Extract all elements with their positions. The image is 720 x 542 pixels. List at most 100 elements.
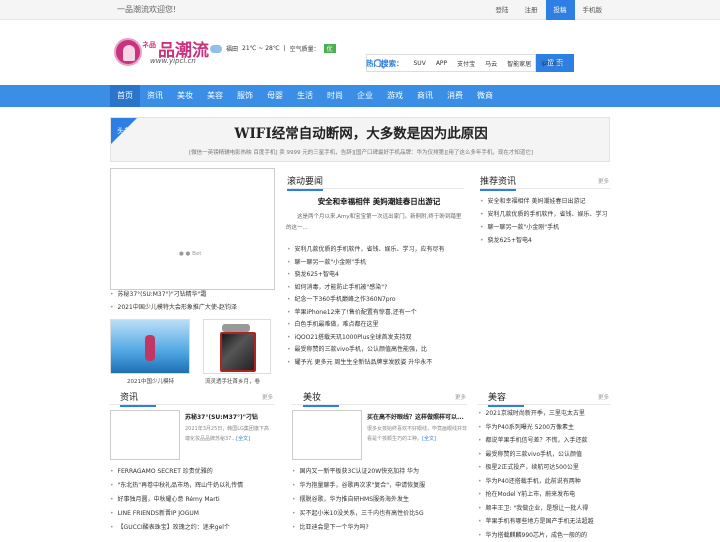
hot-search-item[interactable]: APP xyxy=(436,60,447,67)
list-item[interactable]: 2021中国少儿模特大会形象推广大使-赵钧泽 xyxy=(110,301,237,314)
list-item[interactable]: 骁龙625+智电4 xyxy=(480,234,610,247)
list-item[interactable]: 抢在Model Y前上市，蔚来发布电 xyxy=(478,488,610,502)
nav-item-business[interactable]: 企业 xyxy=(350,85,380,107)
top-links: 登陆 注册 投稿 手机版 xyxy=(488,0,611,20)
hot-search-label: 热门搜索： xyxy=(366,58,404,69)
list-item[interactable]: 安利几款优质的手机软件，省钱、娱乐、学习，应有尽有 xyxy=(287,244,462,257)
list-item[interactable]: 【GUCCI酸表珠宝】玫瑰之约：迷来gel个 xyxy=(110,521,275,535)
meizhuang-full-link[interactable]: [全文] xyxy=(422,436,436,442)
list-item[interactable]: 安利几款优质的手机软件，省钱、娱乐、学习 xyxy=(480,208,610,221)
list-item[interactable]: 安全和幸福相伴 美妈潮娃春日出游记 xyxy=(480,195,610,208)
zixun-full-link[interactable]: [全文] xyxy=(236,436,250,442)
nav-item-beauty[interactable]: 美容 xyxy=(200,85,230,107)
news-desc: 这是两个月以来,Amy和宝宝第一次远出家门。新舸附,终于盼到踏里的这一... xyxy=(286,212,466,234)
top-bar: 一品潮流欢迎您! 登陆 注册 投稿 手机版 xyxy=(0,0,720,20)
nav-item-wechat[interactable]: 微商 xyxy=(470,85,500,107)
weather-city: 福田 xyxy=(226,44,238,53)
thumb-image-product[interactable] xyxy=(203,319,271,374)
nav-item-makeup[interactable]: 美妆 xyxy=(170,85,200,107)
list-item[interactable]: 聊一聊另一款"小金刚"手机 xyxy=(480,221,610,234)
nav-item-commerce[interactable]: 商讯 xyxy=(410,85,440,107)
header: ネ品 品潮流 www.yipcl.cn 福田 21℃ ~ 28℃ | 空气质量：… xyxy=(0,20,720,84)
list-item[interactable]: 苹果手机有哪些地方是国产手机无法超越 xyxy=(478,515,610,529)
list-item[interactable]: 苏秘37°(SU:M37°)"刁钻精华"霜 xyxy=(110,288,237,301)
list-item[interactable]: 华为P40系列曝光 5200万像素主 xyxy=(478,421,610,435)
left-news-list: 苏秘37°(SU:M37°)"刁钻精华"霜 2021中国少儿模特大会形象推广大使… xyxy=(110,288,237,314)
list-item[interactable]: 华为P40还搭载手机，此前说有两种 xyxy=(478,475,610,489)
list-item[interactable]: 最受称赞的三款vivo手机，公认颜值 xyxy=(478,448,610,462)
nav-item-home[interactable]: 首页 xyxy=(110,85,140,107)
list-item[interactable]: 2021京城时尚新开季，三里屯太古里 xyxy=(478,407,610,421)
meirong-section-title: 美容 xyxy=(488,390,506,403)
list-item[interactable]: 都说苹果手机信号差？不慌，入手还款 xyxy=(478,434,610,448)
list-item[interactable]: 华为抱量聊手，谷歌再次求"复合"，申请恢复服 xyxy=(292,479,467,493)
hot-search-item[interactable]: 智能家居 xyxy=(507,59,531,68)
list-item[interactable]: FERRAGAMO SECRET 珍贵优雅的 xyxy=(110,465,275,479)
login-link[interactable]: 登陆 xyxy=(488,0,517,20)
list-item[interactable]: 极星2正式投产，续航可达500公里 xyxy=(478,461,610,475)
list-item[interactable]: 苹果iPhone12来了!售价配置有惊喜,还有一个 xyxy=(287,307,462,320)
list-item[interactable]: 耀予光 更多元 周生生全新钻品牌享发欧姿 升华永不 xyxy=(287,357,462,370)
meizhuang-list: 国内又一新平板获3C认证20W快充加持 华为 华为抱量聊手，谷歌再次求"复合"，… xyxy=(292,465,467,535)
list-item[interactable]: 摆脱谷歌，华为推自研HMS服务海外发生 xyxy=(292,493,467,507)
hot-search-item[interactable]: 支付宝 xyxy=(457,59,475,68)
image-slider[interactable]: ● ● Bet xyxy=(110,168,275,290)
meirong-list: 2021京城时尚新开季，三里屯太古里 华为P40系列曝光 5200万像素主 都说… xyxy=(478,407,610,542)
nav-item-news[interactable]: 资讯 xyxy=(140,85,170,107)
list-item[interactable]: 最受称赞的三款vivo手机，公认颜值高性能强，比 xyxy=(287,344,462,357)
nav-item-baby[interactable]: 母婴 xyxy=(260,85,290,107)
headline-title[interactable]: WIFI经常自动断网，大多数是因为此原因 xyxy=(111,122,611,142)
meizhuang-card-image[interactable] xyxy=(292,410,362,460)
news-list: 安利几款优质的手机软件，省钱、娱乐、学习，应有尽有 聊一聊另一款"小金刚"手机 … xyxy=(287,244,462,369)
slider-caption: ● ● Bet xyxy=(179,251,201,257)
thumb-caption[interactable]: 2021中国少儿模特 xyxy=(127,377,174,385)
list-item[interactable]: 好事独月圆，中秋耀心意 Rémy Marti xyxy=(110,493,275,507)
list-item[interactable]: iQOO21搭载天玑1000Plus全球首发支持双 xyxy=(287,332,462,345)
list-item[interactable]: 聊一聊另一款"小金刚"手机 xyxy=(287,257,462,270)
weather-widget: 福田 21℃ ~ 28℃ | 空气质量： 优 xyxy=(210,44,336,53)
recommend-more-link[interactable]: 更多 xyxy=(598,177,609,185)
list-item[interactable]: 白色手机最难做，难点都在这里 xyxy=(287,319,462,332)
submit-link[interactable]: 投稿 xyxy=(546,0,575,20)
nav-item-consume[interactable]: 消费 xyxy=(440,85,470,107)
list-item[interactable]: "东北热"再卷中秋礼品市场，辉山牛奶以礼传情 xyxy=(110,479,275,493)
hot-search-item[interactable]: 马云 xyxy=(485,59,497,68)
recommend-list: 安全和幸福相伴 美妈潮娃春日出游记 安利几款优质的手机软件，省钱、娱乐、学习 聊… xyxy=(480,195,610,247)
zixun-section-title: 资讯 xyxy=(120,390,138,403)
thumb-image-model[interactable] xyxy=(110,319,190,374)
hot-search-item[interactable]: iphone xyxy=(541,60,561,67)
meirong-more-link[interactable]: 更多 xyxy=(598,393,609,401)
list-item[interactable]: 顺丰王卫: "我做企业，是想让一批人得 xyxy=(478,502,610,516)
zixun-card-title[interactable]: 苏秘37°(SU:M37°)"刁钻 xyxy=(185,412,258,421)
thumb-caption[interactable]: 流灵透手壮首乡月，卷 xyxy=(205,377,260,385)
list-item[interactable]: 如何消毒，才能防止手机被"感染"? xyxy=(287,282,462,295)
register-link[interactable]: 注册 xyxy=(517,0,546,20)
list-item[interactable]: 国内又一新平板获3C认证20W快充加持 华为 xyxy=(292,465,467,479)
hot-search-item[interactable]: SUV xyxy=(414,60,426,67)
weather-temp: 21℃ ~ 28℃ xyxy=(242,45,280,52)
nav-item-trend[interactable]: 时尚 xyxy=(320,85,350,107)
air-quality-label: 空气质量： xyxy=(290,44,320,53)
logo-emblem-icon[interactable] xyxy=(114,38,142,66)
logo-small-text: ネ品 xyxy=(142,40,156,50)
meizhuang-card-title[interactable]: 买在高不好眼线？这样做照样可以... xyxy=(367,412,464,421)
headline-sublinks[interactable]: [微信一英镑精辅电影热映 百度手机] 卖 9999 元的三星手机，告辞][国产口… xyxy=(111,148,611,156)
list-item[interactable]: 骁龙625+智电4 xyxy=(287,269,462,282)
nav-item-games[interactable]: 游戏 xyxy=(380,85,410,107)
list-item[interactable]: 买不起小米10没关系，三千内也有高性价比5G xyxy=(292,507,467,521)
list-item[interactable]: 纪念一下360手机巅峰之作360N7pro xyxy=(287,294,462,307)
hot-search: 热门搜索： SUV APP 支付宝 马云 智能家居 iphone xyxy=(366,58,562,69)
mobile-link[interactable]: 手机版 xyxy=(575,0,611,20)
list-item[interactable]: 比亚迪会是下一个华为吗? xyxy=(292,521,467,535)
nav-item-life[interactable]: 生活 xyxy=(290,85,320,107)
zixun-card-image[interactable] xyxy=(110,410,180,460)
air-quality-badge: 优 xyxy=(324,44,336,53)
zixun-more-link[interactable]: 更多 xyxy=(262,393,273,401)
nav-item-fashion[interactable]: 服饰 xyxy=(230,85,260,107)
list-item[interactable]: LINE FRIENDS新晋IP JOGUM xyxy=(110,507,275,521)
zixun-card-desc: 2021年3月25日，韩国LG集团旗下高端化妆品品牌苏秘37...[全文] xyxy=(185,424,273,444)
meizhuang-card-desc: 很多女孩始终喜欢不好眼线，毕竟画眼线并非看是个孩颇生巧的工种。[全文] xyxy=(367,424,467,444)
welcome-text: 一品潮流欢迎您! xyxy=(117,4,176,15)
news-headline[interactable]: 安全和幸福相伴 美妈潮娃春日出游记 xyxy=(294,196,464,207)
meizhuang-more-link[interactable]: 更多 xyxy=(455,393,466,401)
